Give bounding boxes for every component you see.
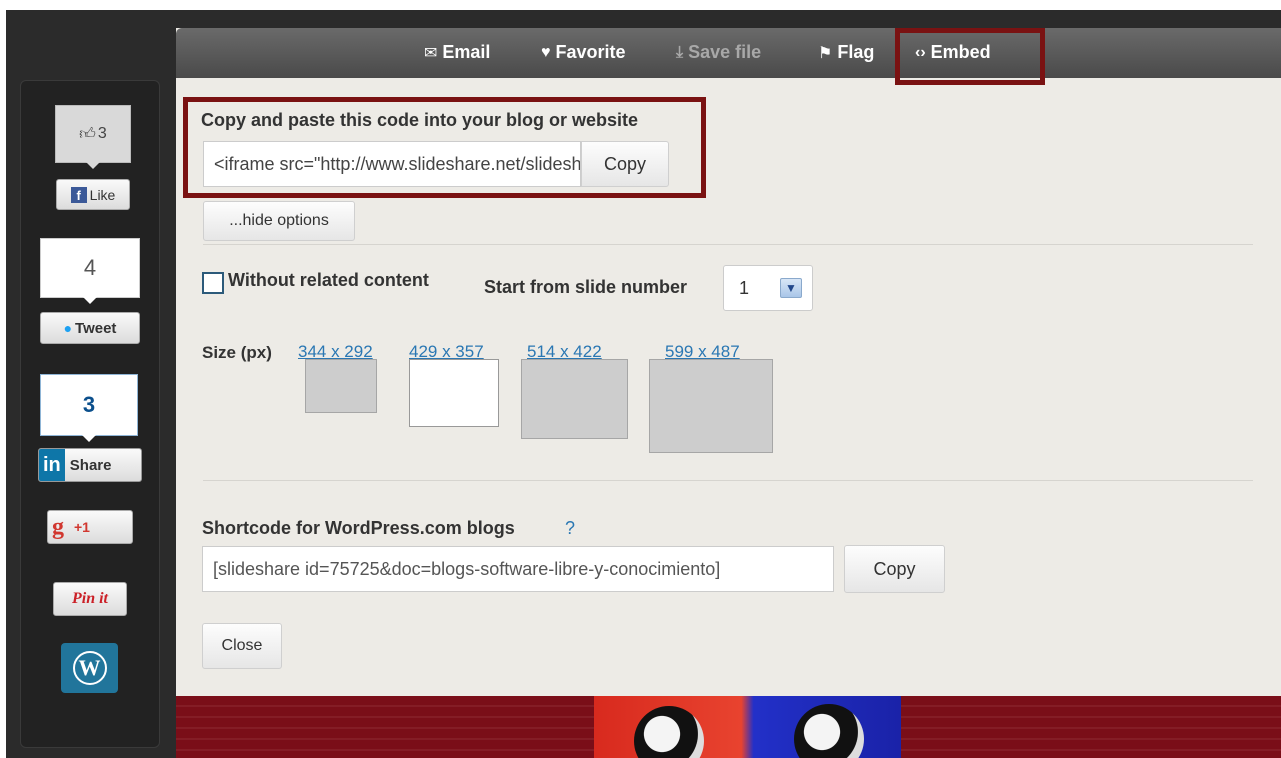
linkedin-count-value: 3 bbox=[82, 392, 96, 417]
favorite-button[interactable]: ♥ Favorite bbox=[541, 42, 626, 63]
chevron-down-icon: ▼ bbox=[780, 278, 802, 298]
shortcode-help-link[interactable]: ? bbox=[565, 518, 575, 539]
facebook-like-label: Like bbox=[89, 186, 116, 203]
save-file-label: Save file bbox=[688, 42, 762, 62]
twitter-count-value: 4 bbox=[83, 255, 97, 280]
favorite-label: Favorite bbox=[555, 42, 626, 62]
action-toolbar: ✉ Email ♥ Favorite ⤓ Save file ⚑ Flag ‹›… bbox=[176, 28, 1281, 78]
facebook-like-button[interactable]: f Like bbox=[56, 179, 130, 210]
size-label: Size (px) bbox=[202, 343, 272, 362]
flag-icon: ⚑ bbox=[818, 44, 833, 62]
flag-button[interactable]: ⚑ Flag bbox=[818, 42, 874, 63]
hide-options-button[interactable]: ...hide options bbox=[203, 201, 355, 241]
twitter-count: 4 bbox=[40, 238, 140, 304]
google-plus-icon: g bbox=[52, 513, 64, 540]
linkedin-icon: in bbox=[39, 449, 65, 481]
divider bbox=[203, 480, 1253, 481]
linkedin-share-label: Share bbox=[69, 456, 112, 474]
google-plus-label: +1 bbox=[74, 519, 90, 535]
heart-icon: ♥ bbox=[541, 43, 551, 61]
embed-code-highlight-frame bbox=[183, 97, 706, 198]
pinterest-button[interactable]: Pin it bbox=[53, 582, 127, 616]
facebook-like-count: 👍︎ 3 bbox=[55, 105, 131, 169]
start-slide-value: 1 bbox=[739, 278, 750, 298]
shortcode-input[interactable]: [slideshare id=75725&doc=blogs-software-… bbox=[202, 546, 834, 592]
embed-highlight-frame bbox=[895, 28, 1045, 85]
email-button[interactable]: ✉ Email bbox=[424, 42, 490, 63]
envelope-icon: ✉ bbox=[424, 44, 438, 62]
size-preview-599[interactable] bbox=[649, 359, 773, 453]
wordpress-button[interactable]: W bbox=[61, 643, 118, 693]
wordpress-icon: W bbox=[72, 651, 107, 685]
linkedin-count: 3 bbox=[40, 374, 138, 442]
without-related-label: Without related content bbox=[228, 270, 429, 290]
email-label: Email bbox=[442, 42, 491, 62]
facebook-icon: f bbox=[70, 186, 87, 203]
tweet-button[interactable]: ● Tweet bbox=[40, 312, 140, 344]
slide-preview-image bbox=[594, 696, 901, 758]
copy-shortcode-button[interactable]: Copy bbox=[844, 545, 945, 593]
size-preview-344[interactable] bbox=[305, 359, 377, 413]
divider bbox=[203, 244, 1253, 245]
tweet-label: Tweet bbox=[75, 319, 117, 337]
start-slide-label: Start from slide number bbox=[484, 277, 688, 297]
flag-label: Flag bbox=[837, 42, 875, 62]
facebook-count-value: 3 bbox=[97, 125, 107, 142]
without-related-checkbox[interactable] bbox=[202, 272, 224, 294]
close-button[interactable]: Close bbox=[202, 623, 282, 669]
shortcode-heading: Shortcode for WordPress.com blogs bbox=[202, 518, 515, 538]
start-slide-select[interactable]: 1 ▼ bbox=[723, 265, 813, 311]
google-plus-button[interactable]: g +1 bbox=[47, 510, 133, 544]
size-preview-514[interactable] bbox=[521, 359, 628, 439]
size-preview-429[interactable] bbox=[409, 359, 499, 427]
linkedin-share-button[interactable]: in Share bbox=[38, 448, 142, 482]
download-icon: ⤓ bbox=[676, 43, 684, 61]
pinterest-label: Pin it bbox=[71, 590, 108, 607]
save-file-button[interactable]: ⤓ Save file bbox=[676, 42, 761, 63]
thumbs-up-icon: 👍︎ bbox=[79, 125, 96, 143]
twitter-bird-icon: ● bbox=[63, 320, 73, 336]
